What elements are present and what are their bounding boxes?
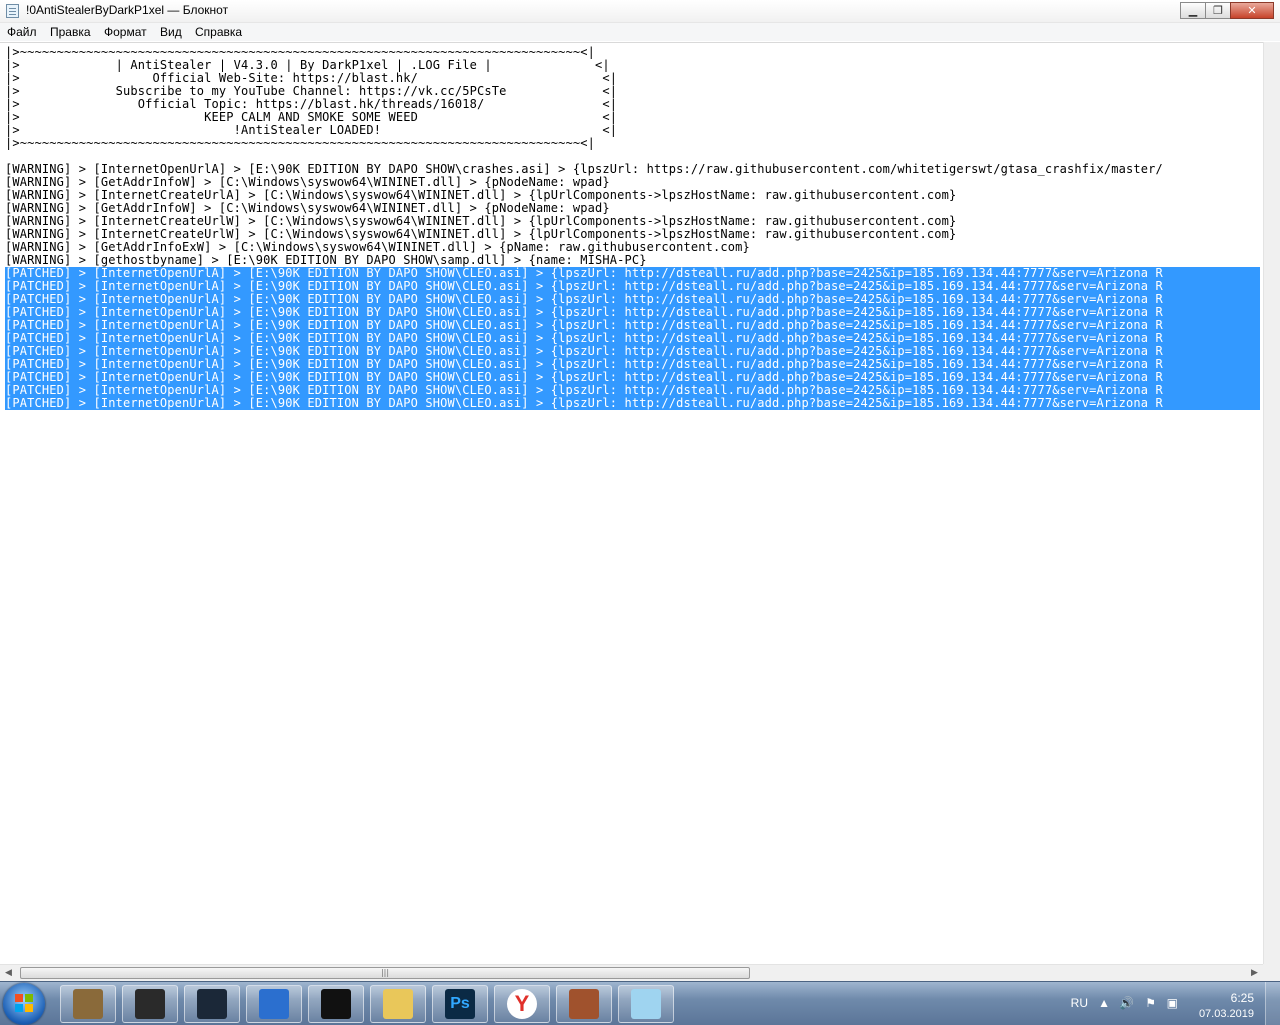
taskbar-button-world-of-tanks[interactable] bbox=[122, 985, 178, 1023]
horizontal-scrollbar[interactable]: ◀ ||| ▶ bbox=[0, 964, 1263, 981]
world-of-tanks-icon bbox=[135, 989, 165, 1019]
taskbar-button-game-avatar[interactable] bbox=[60, 985, 116, 1023]
menu-format[interactable]: Формат bbox=[104, 25, 147, 39]
gta-character-icon bbox=[569, 989, 599, 1019]
minimize-button[interactable]: ▁ bbox=[1180, 2, 1206, 19]
game-avatar-icon bbox=[73, 989, 103, 1019]
document-lines[interactable]: |>~~~~~~~~~~~~~~~~~~~~~~~~~~~~~~~~~~~~~~… bbox=[5, 46, 1260, 410]
plex-icon bbox=[259, 989, 289, 1019]
volume-icon[interactable]: 🔊 bbox=[1119, 996, 1134, 1010]
scroll-right-arrow-icon[interactable]: ▶ bbox=[1246, 966, 1263, 981]
start-button[interactable] bbox=[3, 983, 45, 1025]
menu-edit[interactable]: Правка bbox=[50, 25, 91, 39]
scroll-left-arrow-icon[interactable]: ◀ bbox=[0, 966, 17, 981]
taskbar-button-gta-character[interactable] bbox=[556, 985, 612, 1023]
windows-logo-icon bbox=[15, 994, 33, 1012]
taskbar: Ps Y RU ▲ 🔊 ⚑ ▣ 6:25 07.03.2019 bbox=[0, 981, 1280, 1025]
taskbar-button-sa-mp[interactable] bbox=[308, 985, 364, 1023]
clock-date[interactable]: 07.03.2019 bbox=[1199, 1008, 1254, 1020]
action-center-flag-icon[interactable]: ⚑ bbox=[1145, 996, 1156, 1010]
window-controls: ▁ ❐ ✕ bbox=[1180, 2, 1274, 20]
close-button[interactable]: ✕ bbox=[1230, 2, 1274, 19]
window-title-bar[interactable]: !0AntiStealerByDarkP1xel — Блокнот ▁ ❐ ✕ bbox=[0, 0, 1280, 23]
text-editor-area[interactable]: |>~~~~~~~~~~~~~~~~~~~~~~~~~~~~~~~~~~~~~~… bbox=[0, 42, 1263, 965]
selected-text-line[interactable]: [PATCHED] > [InternetOpenUrlA] > [E:\90K… bbox=[5, 397, 1260, 410]
taskbar-button-photoshop[interactable]: Ps bbox=[432, 985, 488, 1023]
show-hidden-icons-icon[interactable]: ▲ bbox=[1098, 996, 1110, 1010]
size-grip bbox=[1263, 964, 1280, 981]
sa-mp-icon bbox=[321, 989, 351, 1019]
system-tray: RU ▲ 🔊 ⚑ ▣ 6:25 07.03.2019 bbox=[1040, 982, 1280, 1025]
yandex-browser-icon: Y bbox=[507, 989, 537, 1019]
show-desktop-button[interactable] bbox=[1265, 982, 1280, 1025]
taskbar-button-plex[interactable] bbox=[246, 985, 302, 1023]
text-line[interactable]: |>~~~~~~~~~~~~~~~~~~~~~~~~~~~~~~~~~~~~~~… bbox=[5, 137, 1260, 150]
steam-icon bbox=[197, 989, 227, 1019]
taskbar-button-notepad[interactable] bbox=[618, 985, 674, 1023]
taskbar-button-folder[interactable] bbox=[370, 985, 426, 1023]
folder-icon bbox=[383, 989, 413, 1019]
menu-bar: Файл Правка Формат Вид Справка bbox=[0, 23, 1280, 41]
taskbar-button-steam[interactable] bbox=[184, 985, 240, 1023]
window-title: !0AntiStealerByDarkP1xel — Блокнот bbox=[26, 3, 229, 17]
menu-file[interactable]: Файл bbox=[7, 25, 37, 39]
vertical-scrollbar[interactable] bbox=[1263, 42, 1280, 964]
notepad-icon bbox=[631, 989, 661, 1019]
language-indicator[interactable]: RU bbox=[1071, 996, 1088, 1010]
notepad-app-icon[interactable] bbox=[6, 4, 19, 18]
horizontal-scroll-thumb[interactable]: ||| bbox=[20, 967, 750, 979]
menu-help[interactable]: Справка bbox=[195, 25, 242, 39]
photoshop-icon: Ps bbox=[445, 989, 475, 1019]
maximize-button[interactable]: ❐ bbox=[1205, 2, 1231, 19]
clock-time[interactable]: 6:25 bbox=[1231, 991, 1254, 1005]
taskbar-button-yandex-browser[interactable]: Y bbox=[494, 985, 550, 1023]
network-icon[interactable]: ▣ bbox=[1167, 996, 1178, 1010]
menu-view[interactable]: Вид bbox=[160, 25, 182, 39]
